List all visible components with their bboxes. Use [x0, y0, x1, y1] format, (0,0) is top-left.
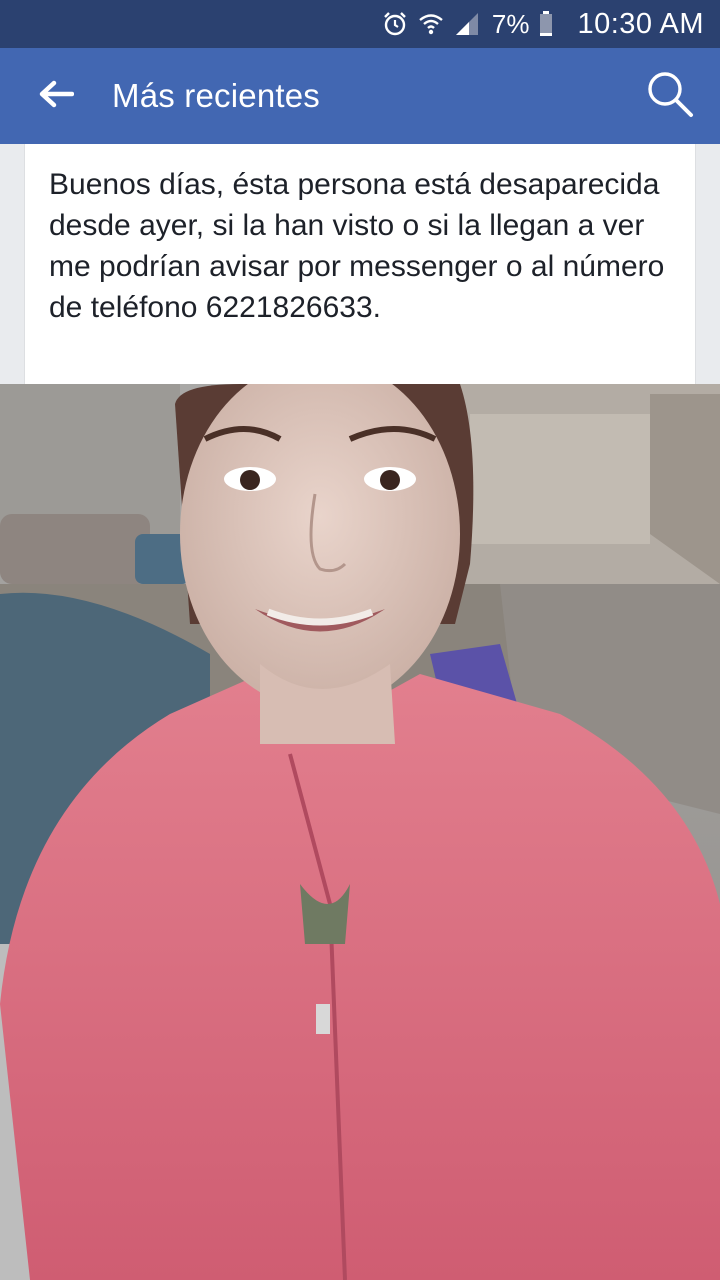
post-text-card: Buenos días, ésta persona está desaparec… [24, 144, 696, 384]
alarm-icon [382, 11, 408, 37]
feed-content: Buenos días, ésta persona está desaparec… [0, 144, 720, 1280]
page-title: Más recientes [112, 77, 321, 114]
battery-percent: 7% [491, 8, 530, 39]
clock: 10:30 AM [577, 7, 704, 40]
search-button[interactable] [620, 48, 720, 144]
status-bar: 7% 10:30 AM [0, 0, 720, 48]
status-icons: 7% 10:30 AM [382, 8, 704, 41]
post-text: Buenos días, ésta persona está desaparec… [49, 168, 665, 324]
back-arrow-icon [38, 79, 75, 114]
search-icon [645, 69, 695, 124]
wifi-icon [418, 11, 444, 37]
post-photo[interactable] [0, 384, 720, 1280]
signal-icon [454, 11, 480, 37]
battery-icon [539, 11, 553, 37]
app-bar: Más recientes [0, 48, 720, 144]
back-button[interactable] [0, 48, 112, 144]
